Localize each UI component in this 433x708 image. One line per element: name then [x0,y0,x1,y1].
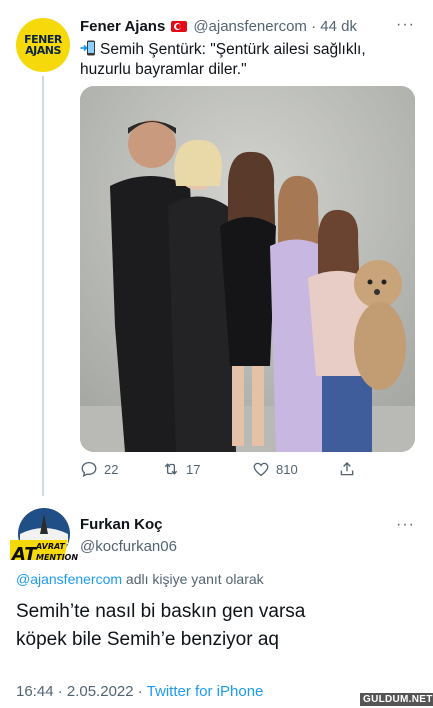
reply-to-link[interactable]: @ajansfenercom [16,571,122,587]
furkan-koc-avatar[interactable]: AT AVRAT MENTION [10,508,78,565]
share-action[interactable] [338,460,362,478]
author-name[interactable]: Furkan Koç [80,516,163,533]
avatar-badge: AT AVRAT MENTION [12,542,78,565]
tweet-timestamp[interactable]: 16:44 · 2.05.2022 · [16,683,147,700]
reply-context: @ajansfenercom adlı kişiye yanıt olarak [16,571,264,587]
avatar-badge-main: AT [12,544,37,565]
tweet1-actions: 22 17 810 [80,460,380,482]
retweet-action[interactable]: 17 [162,460,200,478]
avatar-badge-top: AVRAT [36,542,65,551]
tweet-metadata: 16:44 · 2.05.2022 · Twitter for iPhone [16,683,263,700]
avatar-text-bottom: AJANS [25,44,61,57]
mobile-phone-arrow-icon [80,40,95,56]
retweet-icon [164,463,178,475]
more-options-icon[interactable]: ··· [396,16,415,34]
thread-connector-line [42,76,44,496]
tweet2-text: Semih’te nasıl bi baskın gen varsa köpek… [16,598,416,654]
reply-icon [81,461,97,477]
site-watermark: GULDUM.NET [360,693,433,706]
more-options-icon[interactable]: ··· [396,516,415,534]
reply-action[interactable]: 22 [80,460,118,478]
family-photo[interactable] [80,86,415,452]
like-count: 810 [276,461,298,477]
fener-ajans-avatar[interactable]: FENER AJANS [16,18,70,72]
reply-to-suffix: adlı kişiye yanıt olarak [122,571,264,587]
tweet1-body: Semih Şentürk: "Şentürk ailesi sağlıklı,… [80,41,366,78]
reply-count: 22 [104,461,119,477]
tweet1-text: Semih Şentürk: "Şentürk ailesi sağlıklı,… [80,40,415,80]
author-handle[interactable]: @kocfurkan06 [80,538,177,555]
author-name[interactable]: Fener Ajans [80,18,165,35]
tweet1-header: Fener Ajans @ajansfenercom · 44 dk [80,18,357,35]
like-action[interactable]: 810 [252,460,298,478]
tweet2-line2: köpek bile Semih’e benziyor aq [16,629,279,650]
turkey-flag-icon [171,20,188,32]
retweet-count: 17 [186,461,201,477]
tweet2-line1: Semih’te nasıl bi baskın gen varsa [16,601,306,622]
avatar-badge-bottom: MENTION [36,553,79,562]
heart-icon [253,462,269,477]
tweet-source-link[interactable]: Twitter for iPhone [147,683,264,700]
tweet-time[interactable]: · 44 dk [311,18,357,35]
family-photo-illustration [80,86,415,452]
share-icon [340,462,354,476]
author-handle[interactable]: @ajansfenercom [193,18,307,35]
